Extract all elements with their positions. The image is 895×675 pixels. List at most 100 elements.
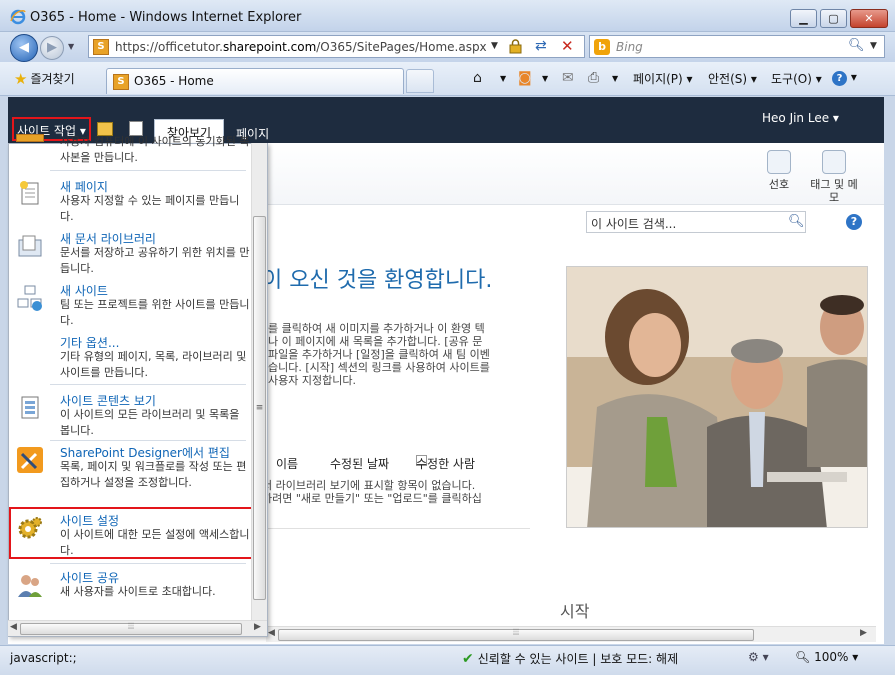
scroll-right-icon[interactable]: ▶	[254, 622, 261, 632]
new-tab-button[interactable]	[406, 69, 434, 93]
tags-notes-icon	[822, 150, 846, 174]
menu-horizontal-scrollbar[interactable]: ◀ ⦙⦙⦙ ▶	[8, 620, 267, 636]
refresh-icon[interactable]: ⇄	[535, 38, 547, 54]
print-dropdown-icon[interactable]: ▼	[612, 74, 618, 83]
designer-icon	[17, 447, 43, 473]
help-icon: ?	[832, 71, 847, 86]
tags-notes-button[interactable]: 태그 및 메모	[809, 150, 859, 204]
menu-item-new-document-library[interactable]: 새 문서 라이브러리 문서를 저장하고 공유하기 위한 위치를 만듭니다.	[8, 230, 256, 278]
site-search-input[interactable]: 이 사이트 검색... 🔍︎	[586, 211, 806, 233]
scroll-left-icon[interactable]: ◀	[268, 628, 275, 638]
new-page-icon	[20, 181, 39, 205]
scrollbar-thumb[interactable]: ≡	[253, 216, 266, 600]
sharepoint-favicon-icon: S	[93, 39, 109, 55]
mail-icon[interactable]: ✉	[562, 70, 574, 86]
column-modified[interactable]: 수정된 날짜	[330, 455, 389, 472]
help-menu[interactable]: ? ▾	[832, 70, 857, 86]
like-button[interactable]: 선호	[754, 150, 804, 191]
minimize-icon: ▁	[799, 12, 808, 25]
stop-icon[interactable]: ✕	[561, 37, 574, 55]
feed-dropdown-icon[interactable]: ▼	[542, 74, 548, 83]
menu-vertical-scrollbar[interactable]: ≡	[251, 143, 267, 620]
menu-item-share-site[interactable]: 사이트 공유 새 사용자를 사이트로 초대합니다.	[8, 569, 256, 617]
menu-item-new-page[interactable]: 새 페이지 사용자 지정할 수 있는 페이지를 만듭니다.	[8, 178, 256, 226]
address-url[interactable]: https://officetutor.sharepoint.com/O365/…	[115, 40, 487, 54]
ie-logo-icon	[10, 9, 26, 25]
menu-divider	[50, 440, 246, 441]
menu-item-edit-in-designer[interactable]: SharePoint Designer에서 편집 목록, 페이지 및 워크플로를…	[8, 444, 256, 504]
favorites-star-icon: ★	[14, 70, 28, 88]
search-icon[interactable]: 🔍︎	[848, 38, 865, 53]
back-button[interactable]: ◀	[10, 34, 38, 62]
page-menu[interactable]: 페이지(P) ▾	[633, 70, 693, 87]
menu-item-description: 이 사이트의 모든 라이브러리 및 목록을 봅니다.	[60, 408, 240, 437]
menu-item-new-site[interactable]: 새 사이트 팀 또는 프로젝트를 위한 사이트를 만듭니다.	[8, 282, 256, 330]
scroll-right-icon[interactable]: ▶	[860, 628, 867, 638]
maximize-button[interactable]: ▢	[820, 9, 847, 28]
bing-search-placeholder: Bing	[616, 40, 643, 54]
search-dropdown-icon[interactable]: ▼	[870, 41, 877, 51]
menu-item-view-site-content[interactable]: 사이트 콘텐츠 보기 이 사이트의 모든 라이브러리 및 목록을 봅니다.	[8, 392, 256, 440]
safety-menu[interactable]: 안전(S) ▾	[708, 70, 757, 87]
scrollbar-thumb[interactable]: ⦙⦙⦙	[20, 622, 242, 635]
close-icon: ✕	[864, 12, 874, 25]
forward-arrow-icon: ▶	[47, 40, 57, 55]
forward-button[interactable]: ▶	[40, 36, 64, 60]
menu-item-description: 사용자 컴퓨터에 이 사이트의 동기화된 복사본을 만듭니다.	[60, 135, 250, 164]
menu-item-description: 목록, 페이지 및 워크플로를 작성 또는 편집하거나 설정을 조정합니다.	[60, 460, 247, 489]
print-icon[interactable]: ⎙	[588, 70, 599, 86]
welcome-text: 를 클릭하여 새 이미지를 추가하거나 이 환영 텍 나 이 페이지에 새 목록…	[268, 322, 490, 386]
site-content-icon	[21, 396, 39, 419]
tab-favicon-icon: S	[113, 74, 129, 90]
menu-divider	[50, 384, 246, 385]
zoom-icon: 🔍︎	[795, 650, 811, 664]
menu-item-description: 문서를 저장하고 공유하기 위한 위치를 만듭니다.	[60, 246, 250, 275]
menu-item-description: 사용자 지정할 수 있는 페이지를 만듭니다.	[60, 194, 240, 223]
window-title: O365 - Home - Windows Internet Explorer	[30, 10, 302, 25]
favorites-label: 즐겨찾기	[30, 72, 75, 86]
minimize-button[interactable]: ▁	[790, 9, 817, 28]
browser-tab[interactable]: S O365 - Home	[106, 68, 404, 94]
checkmark-icon: ✔	[462, 651, 474, 667]
scroll-left-icon[interactable]: ◀	[10, 622, 17, 632]
menu-item-more-options[interactable]: 기타 옵션... 기타 유형의 페이지, 목록, 라이브러리 및 사이트를 만듭…	[8, 334, 256, 382]
welcome-photo	[566, 266, 868, 528]
address-dropdown-icon[interactable]: ▼	[491, 41, 498, 51]
getting-started-heading: 시작	[560, 602, 590, 621]
tab-title: O365 - Home	[134, 74, 214, 88]
status-text: javascript:;	[10, 651, 77, 665]
site-search-placeholder: 이 사이트 검색...	[591, 217, 677, 231]
favorites-button[interactable]: ★ 즐겨찾기	[14, 70, 75, 88]
tools-menu[interactable]: 도구(O) ▾	[771, 70, 822, 87]
office-team-photo-icon	[567, 267, 867, 527]
bing-search-box[interactable]: b Bing 🔍︎ ▼	[589, 35, 885, 58]
scrollbar-thumb[interactable]: ⦙⦙⦙	[278, 628, 754, 641]
zoom-level[interactable]: 🔍︎ 100% ▾	[795, 650, 858, 664]
home-icon[interactable]: ⌂	[473, 70, 482, 86]
menu-divider	[50, 170, 246, 171]
home-dropdown-icon[interactable]: ▼	[500, 74, 506, 83]
like-tag-icon	[767, 150, 791, 174]
new-site-icon	[17, 285, 42, 311]
site-settings-highlight	[9, 507, 253, 559]
share-site-icon	[18, 575, 42, 597]
security-zone[interactable]: ✔ 신뢰할 수 있는 사이트 | 보호 모드: 해제	[462, 650, 678, 667]
menu-divider	[50, 563, 246, 564]
document-library-icon	[18, 235, 42, 257]
protected-mode-icon[interactable]: ⚙ ▾	[748, 650, 769, 664]
document-list-empty-message: 서 라이브러리 보기에 표시할 항목이 없습니다. 하려면 "새로 만들기" 또…	[262, 479, 482, 505]
back-arrow-icon: ◀	[19, 40, 29, 55]
rss-feed-icon[interactable]: ◙	[518, 70, 532, 86]
close-button[interactable]: ✕	[850, 9, 888, 28]
sharepoint-help-icon[interactable]: ?	[846, 214, 862, 230]
column-name[interactable]: 이름	[276, 455, 298, 472]
address-bar[interactable]: S https://officetutor.sharepoint.com/O36…	[88, 35, 585, 58]
menu-item-sync[interactable]: 사용자 컴퓨터에 이 사이트의 동기화된 복사본을 만듭니다.	[8, 134, 256, 166]
content-horizontal-scrollbar[interactable]: ◀ ⦙⦙⦙ ▶	[266, 626, 876, 642]
lock-icon[interactable]	[509, 39, 522, 54]
search-icon[interactable]: 🔍︎	[788, 214, 805, 229]
history-dropdown-icon[interactable]: ▼	[68, 42, 74, 51]
user-menu[interactable]: Heo Jin Lee ▾	[762, 111, 839, 125]
maximize-icon: ▢	[828, 12, 839, 25]
bing-logo-icon: b	[594, 39, 610, 55]
